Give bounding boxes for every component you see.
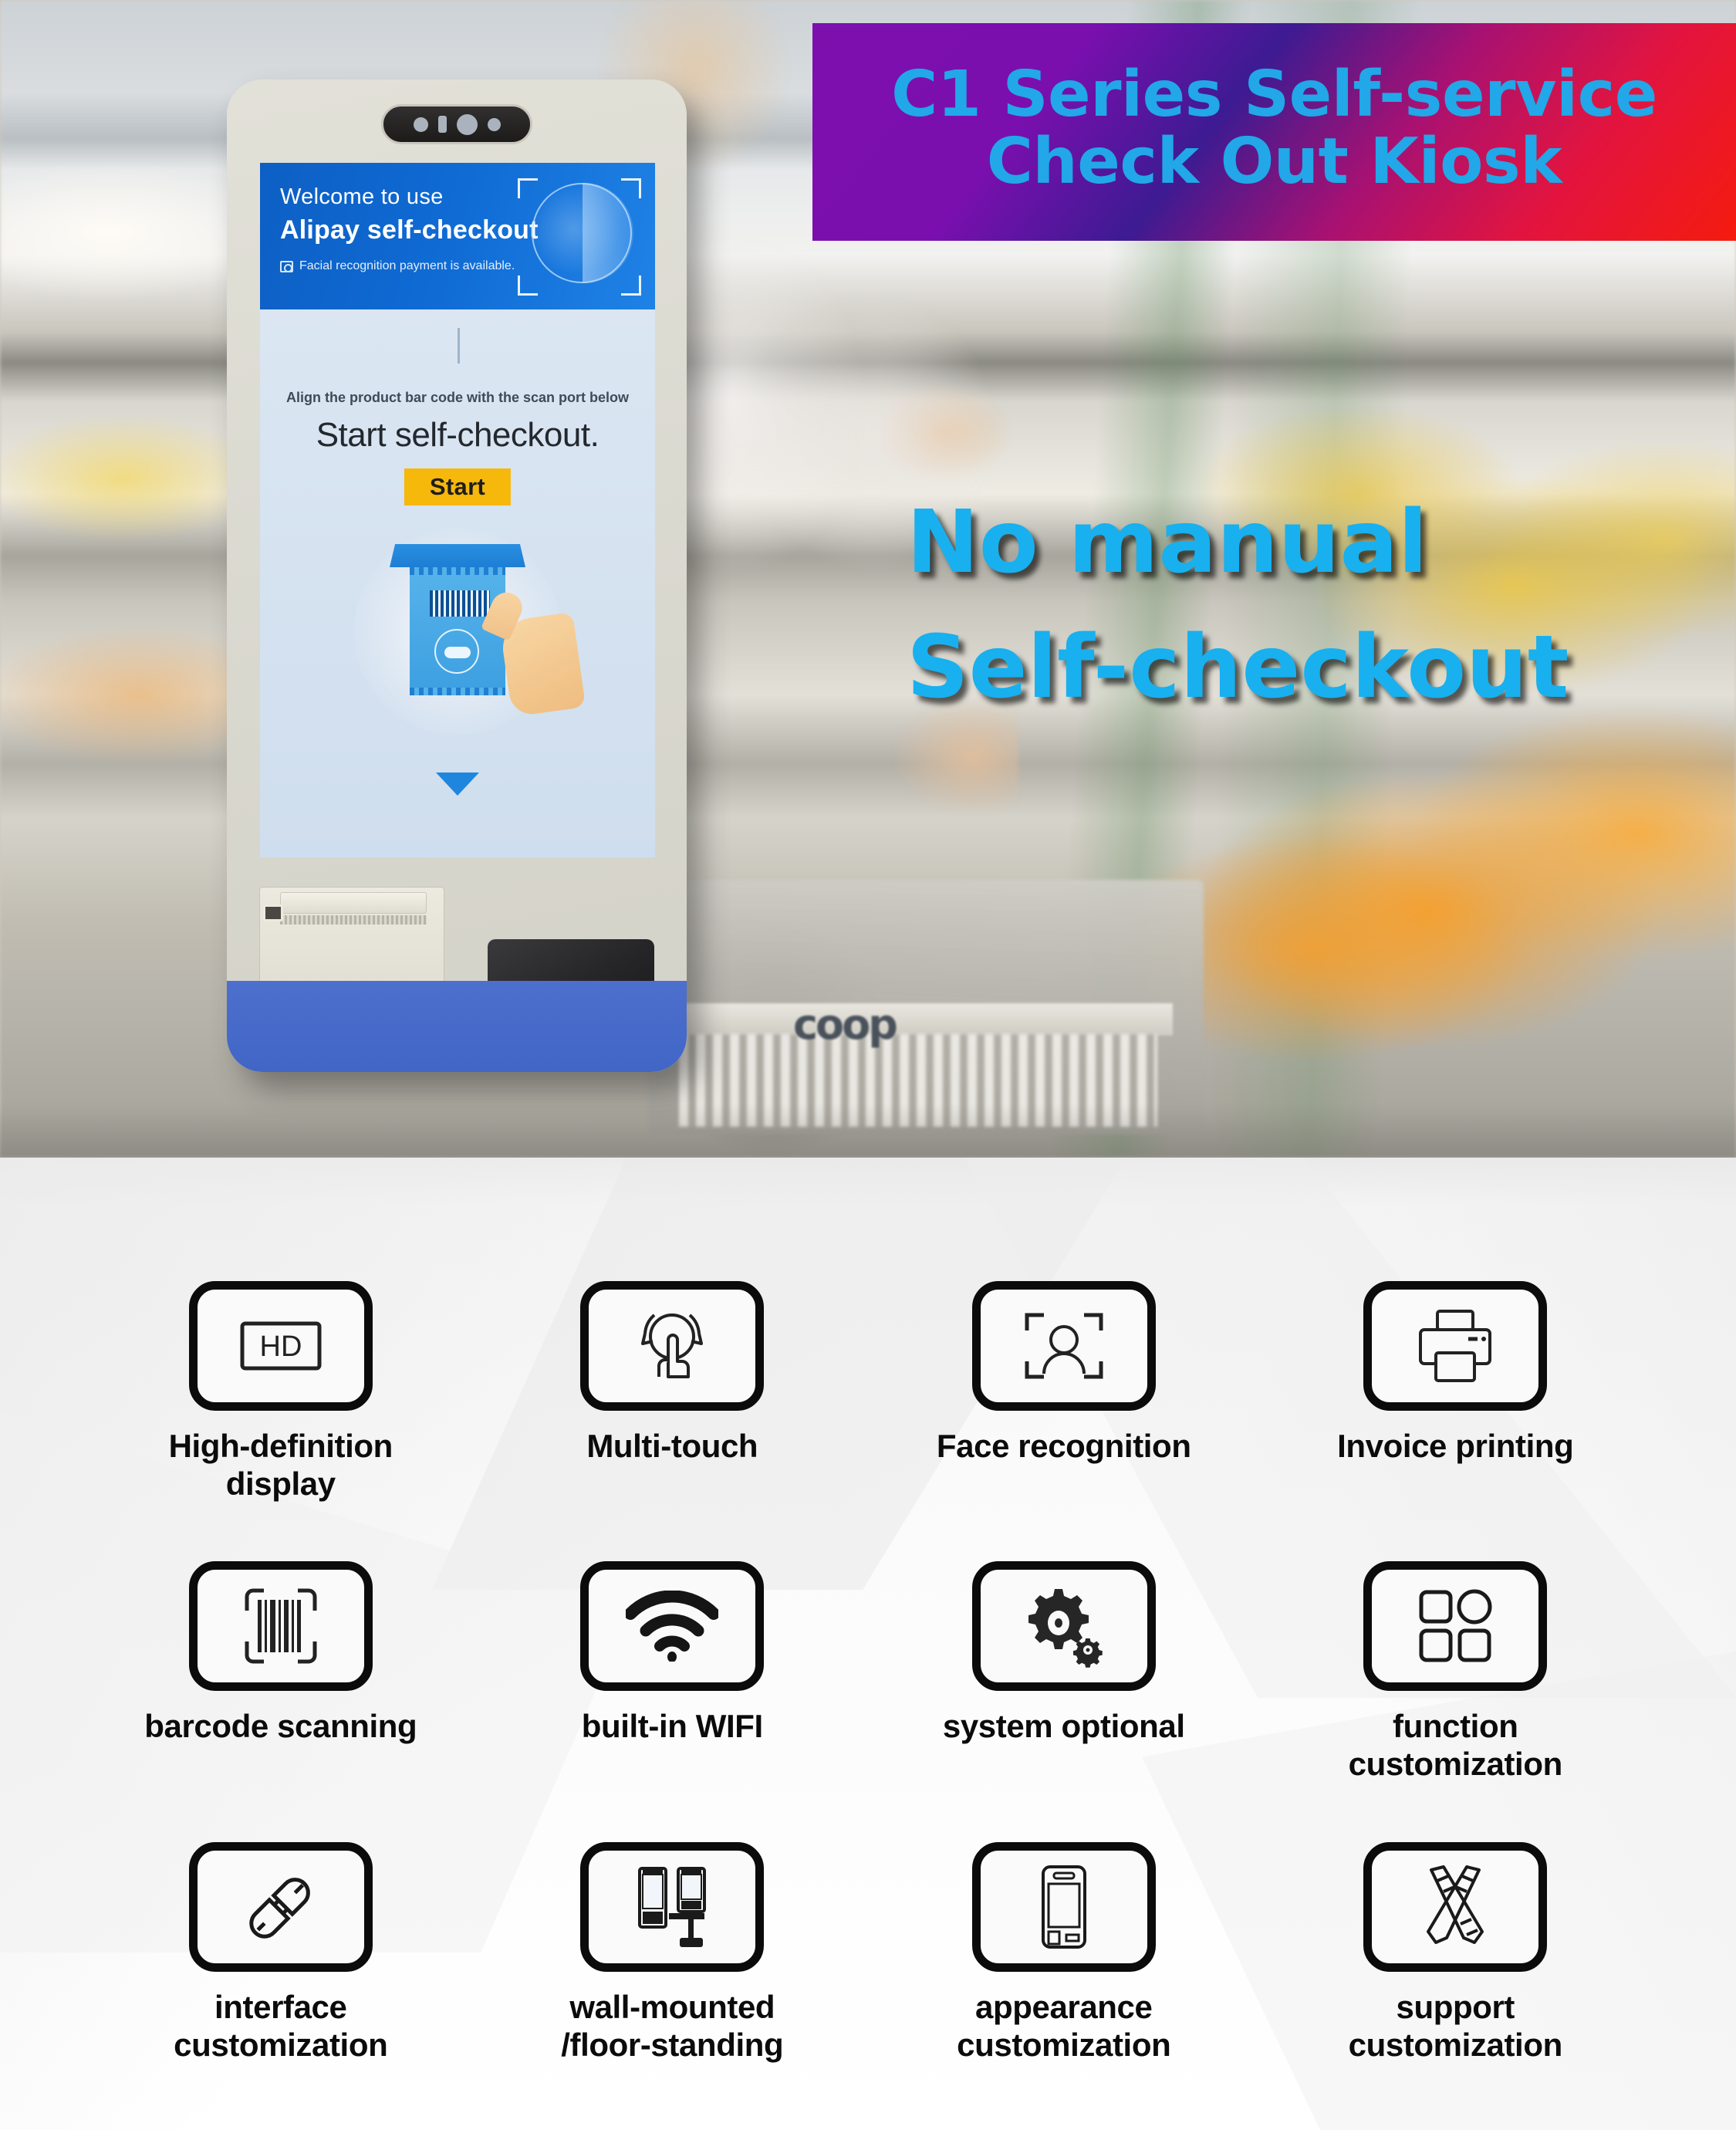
feature-label: Multi-touch	[586, 1428, 758, 1464]
printer-paper-slot	[280, 915, 427, 925]
printer-open-button[interactable]	[263, 904, 283, 921]
facial-recognition-note-text: Facial recognition payment is available.	[299, 259, 515, 272]
svg-text:HD: HD	[259, 1330, 302, 1363]
feature-label: appearance customization	[957, 1988, 1171, 2063]
scan-bracket-bottom-right	[621, 276, 641, 296]
feature-grid-section: HD High-definition display Multi-touch F…	[0, 1158, 1736, 2130]
feature-label: Invoice printing	[1337, 1428, 1574, 1464]
scanner-slot-graphic	[390, 544, 525, 567]
feature-label: built-in WIFI	[581, 1708, 763, 1745]
camera-module	[381, 104, 532, 144]
feature-label: barcode scanning	[144, 1708, 417, 1745]
photo-bottom-shadow	[0, 1104, 1736, 1158]
down-arrow-icon	[436, 773, 479, 796]
crossed-tools-icon	[1363, 1841, 1548, 1972]
gears-icon	[971, 1561, 1156, 1692]
feature-item: function customization	[1260, 1561, 1652, 1783]
camera-flash	[437, 116, 447, 133]
banner-line-2: Check Out Kiosk	[986, 125, 1562, 198]
feature-item: barcode scanning	[85, 1561, 477, 1783]
face-scan-graphic	[515, 174, 644, 299]
package-barcode	[430, 590, 490, 617]
camera-lens-main	[456, 113, 478, 135]
feature-item: appearance customization	[868, 1841, 1260, 2064]
hd-display-icon: HD	[188, 1281, 373, 1411]
camera-lens-small	[413, 117, 428, 132]
coop-brand-label: coop	[793, 1000, 898, 1049]
scan-bracket-bottom-left	[518, 276, 538, 296]
app-grid-icon	[1363, 1561, 1548, 1692]
barcode-icon	[188, 1561, 373, 1692]
divider-tick	[458, 328, 460, 363]
kiosk-device: Welcome to use Alipay self-checkout Faci…	[227, 79, 687, 1072]
cart-handle-bar	[679, 1003, 1173, 1036]
feature-item: support customization	[1260, 1841, 1652, 2064]
feature-item: Multi-touch	[477, 1281, 869, 1503]
feature-item: built-in WIFI	[477, 1561, 869, 1783]
screen-headline: Start self-checkout.	[316, 416, 599, 454]
plug-connector-icon	[188, 1841, 373, 1972]
face-scan-icon	[280, 260, 293, 272]
wall-floor-mount-icon	[580, 1841, 765, 1972]
feature-label: interface customization	[174, 1988, 388, 2063]
feature-label: High-definition display	[168, 1428, 393, 1502]
feature-label: support customization	[1348, 1988, 1563, 2063]
hero-photo-section: coop Welcome to use Alipay self-checkout…	[0, 0, 1736, 1158]
face-recognition-icon	[971, 1281, 1156, 1411]
wifi-icon	[580, 1561, 765, 1692]
device-outline-icon	[971, 1841, 1156, 1972]
feature-item: Invoice printing	[1260, 1281, 1652, 1503]
feature-item: wall-mounted /floor-standing	[477, 1841, 869, 2064]
banner-line-1: C1 Series Self-service	[891, 58, 1657, 132]
slogan-line-1: No manual	[907, 492, 1428, 593]
scan-bracket-top-left	[518, 178, 538, 198]
start-button[interactable]: Start	[404, 468, 512, 505]
slogan-overlay: No manual Self-checkout	[907, 486, 1724, 725]
kiosk-base-bar	[227, 981, 687, 1072]
scan-bracket-top-right	[621, 178, 641, 198]
scan-hint-text: Align the product bar code with the scan…	[285, 390, 630, 405]
feature-item: interface customization	[85, 1841, 477, 2064]
printer-icon	[1363, 1281, 1548, 1411]
feature-label: Face recognition	[936, 1428, 1191, 1464]
feature-label: wall-mounted /floor-standing	[561, 1988, 784, 2063]
title-banner: C1 Series Self-service Check Out Kiosk	[812, 23, 1736, 241]
printer-lid	[280, 892, 427, 914]
screen-header-banner: Welcome to use Alipay self-checkout Faci…	[260, 163, 655, 309]
feature-item: system optional	[868, 1561, 1260, 1783]
slogan-line-2: Self-checkout	[907, 617, 1569, 718]
kiosk-touchscreen[interactable]: Welcome to use Alipay self-checkout Faci…	[260, 163, 655, 857]
camera-sensor	[487, 117, 501, 131]
package-candy-logo	[434, 629, 479, 674]
screen-body: Align the product bar code with the scan…	[260, 309, 655, 857]
multi-touch-icon	[580, 1281, 765, 1411]
feature-item: Face recognition	[868, 1281, 1260, 1503]
feature-item: HD High-definition display	[85, 1281, 477, 1503]
feature-grid: HD High-definition display Multi-touch F…	[0, 1281, 1736, 2064]
feature-label: system optional	[942, 1708, 1185, 1745]
product-marketing-page: coop Welcome to use Alipay self-checkout…	[0, 0, 1736, 2130]
feature-label: function customization	[1348, 1708, 1563, 1783]
